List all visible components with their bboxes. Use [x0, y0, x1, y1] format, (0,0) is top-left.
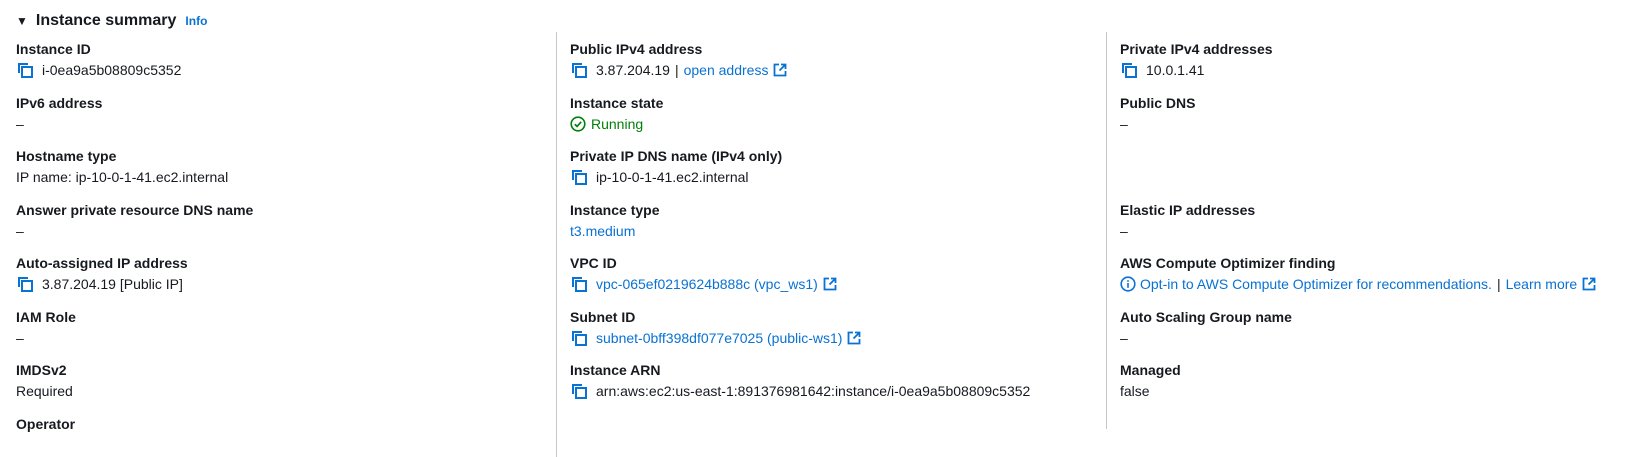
caret-down-icon[interactable]: ▼ [16, 15, 28, 27]
external-link-icon[interactable] [773, 63, 787, 77]
elastic-ip-value: – [1120, 223, 1128, 239]
copy-icon[interactable] [16, 61, 36, 79]
field-label: Answer private resource DNS name [16, 202, 254, 218]
public-dns-value: – [1120, 116, 1128, 132]
field-label: IMDSv2 [16, 362, 67, 378]
field-label: Instance state [570, 95, 664, 111]
instance-state-value: Running [591, 116, 644, 132]
subnet-id-link[interactable]: subnet-0bff398df077e7025 (public-ws1) [596, 329, 842, 347]
field-imdsv2: IMDSv2 Required [16, 361, 536, 401]
instance-id-value: i-0ea9a5b08809c5352 [42, 62, 182, 78]
field-ipv6-address: IPv6 address – [16, 94, 536, 134]
field-elastic-ip: Elastic IP addresses – [1120, 201, 1640, 241]
field-label: Subnet ID [570, 309, 636, 325]
field-vpc-id: VPC ID vpc-065ef0219624b888c (vpc_ws1) [570, 254, 1090, 294]
learn-more-link[interactable]: Learn more [1506, 275, 1578, 293]
field-label: Elastic IP addresses [1120, 202, 1256, 218]
field-subnet-id: Subnet ID subnet-0bff398df077e7025 (publ… [570, 308, 1090, 348]
column-divider [1106, 32, 1107, 429]
field-label: Auto-assigned IP address [16, 255, 188, 271]
copy-icon[interactable] [570, 382, 590, 400]
field-label: AWS Compute Optimizer finding [1120, 255, 1336, 271]
private-ipv4-value: 10.0.1.41 [1146, 62, 1205, 78]
field-instance-state: Instance state Running [570, 94, 1090, 134]
separator: | [1496, 276, 1501, 292]
instance-arn-value: arn:aws:ec2:us-east-1:891376981642:insta… [596, 383, 1031, 399]
managed-value: false [1120, 383, 1150, 399]
private-dns-value: ip-10-0-1-41.ec2.internal [596, 169, 749, 185]
field-operator: Operator [16, 415, 536, 433]
field-label: Operator [16, 416, 76, 432]
opt-in-link[interactable]: Opt-in to AWS Compute Optimizer for reco… [1140, 275, 1492, 293]
field-private-ip-dns: Private IP DNS name (IPv4 only) ip-10-0-… [570, 147, 1090, 187]
field-auto-assigned-ip: Auto-assigned IP address 3.87.204.19 [Pu… [16, 254, 536, 294]
field-label: Instance type [570, 202, 660, 218]
field-compute-optimizer: AWS Compute Optimizer finding Opt-in to … [1120, 254, 1640, 294]
field-label: Private IPv4 addresses [1120, 41, 1273, 57]
field-public-ipv4: Public IPv4 address 3.87.204.19 | open a… [570, 40, 1090, 80]
external-link-icon[interactable] [823, 277, 837, 291]
copy-icon[interactable] [570, 275, 590, 293]
hostname-type-value: IP name: ip-10-0-1-41.ec2.internal [16, 169, 229, 185]
imdsv2-value: Required [16, 383, 73, 399]
field-label: Auto Scaling Group name [1120, 309, 1292, 325]
field-label: IPv6 address [16, 95, 103, 111]
public-ipv4-value: 3.87.204.19 [596, 62, 670, 78]
field-label: VPC ID [570, 255, 617, 271]
field-label: Public DNS [1120, 95, 1196, 111]
field-label: Public IPv4 address [570, 41, 703, 57]
check-circle-icon [570, 116, 586, 132]
info-link[interactable]: Info [185, 14, 207, 28]
copy-icon[interactable] [570, 168, 590, 186]
external-link-icon[interactable] [847, 331, 861, 345]
field-instance-arn: Instance ARN arn:aws:ec2:us-east-1:89137… [570, 361, 1090, 401]
section-header: ▼ Instance summary Info [16, 10, 207, 32]
copy-icon[interactable] [16, 275, 36, 293]
copy-icon[interactable] [1120, 61, 1140, 79]
separator: | [674, 62, 679, 78]
field-label: Instance ID [16, 41, 91, 57]
copy-icon[interactable] [570, 61, 590, 79]
field-label: Instance ARN [570, 362, 661, 378]
field-iam-role: IAM Role – [16, 308, 536, 348]
answer-dns-value: – [16, 223, 24, 239]
auto-ip-value: 3.87.204.19 [Public IP] [42, 276, 183, 292]
external-link-icon[interactable] [1582, 277, 1596, 291]
field-managed: Managed false [1120, 361, 1640, 401]
section-title: Instance summary [35, 12, 177, 29]
open-address-link[interactable]: open address [684, 61, 769, 79]
vpc-id-link[interactable]: vpc-065ef0219624b888c (vpc_ws1) [596, 275, 818, 293]
field-hostname-type: Hostname type IP name: ip-10-0-1-41.ec2.… [16, 147, 536, 187]
field-label: Private IP DNS name (IPv4 only) [570, 148, 783, 164]
asg-name-value: – [1120, 330, 1128, 346]
field-instance-type: Instance type t3.medium [570, 201, 1090, 241]
field-label: Hostname type [16, 148, 117, 164]
copy-icon[interactable] [570, 329, 590, 347]
info-circle-icon [1120, 276, 1136, 292]
field-label: Managed [1120, 362, 1181, 378]
field-asg-name: Auto Scaling Group name – [1120, 308, 1640, 348]
field-label: IAM Role [16, 309, 76, 325]
ipv6-value: – [16, 116, 24, 132]
field-public-dns: Public DNS – [1120, 94, 1640, 134]
field-answer-private-dns: Answer private resource DNS name – [16, 201, 536, 241]
field-private-ipv4: Private IPv4 addresses 10.0.1.41 [1120, 40, 1640, 80]
field-instance-id: Instance ID i-0ea9a5b08809c5352 [16, 40, 536, 80]
column-divider [556, 32, 557, 457]
iam-role-value: – [16, 330, 24, 346]
instance-type-link[interactable]: t3.medium [570, 222, 635, 240]
